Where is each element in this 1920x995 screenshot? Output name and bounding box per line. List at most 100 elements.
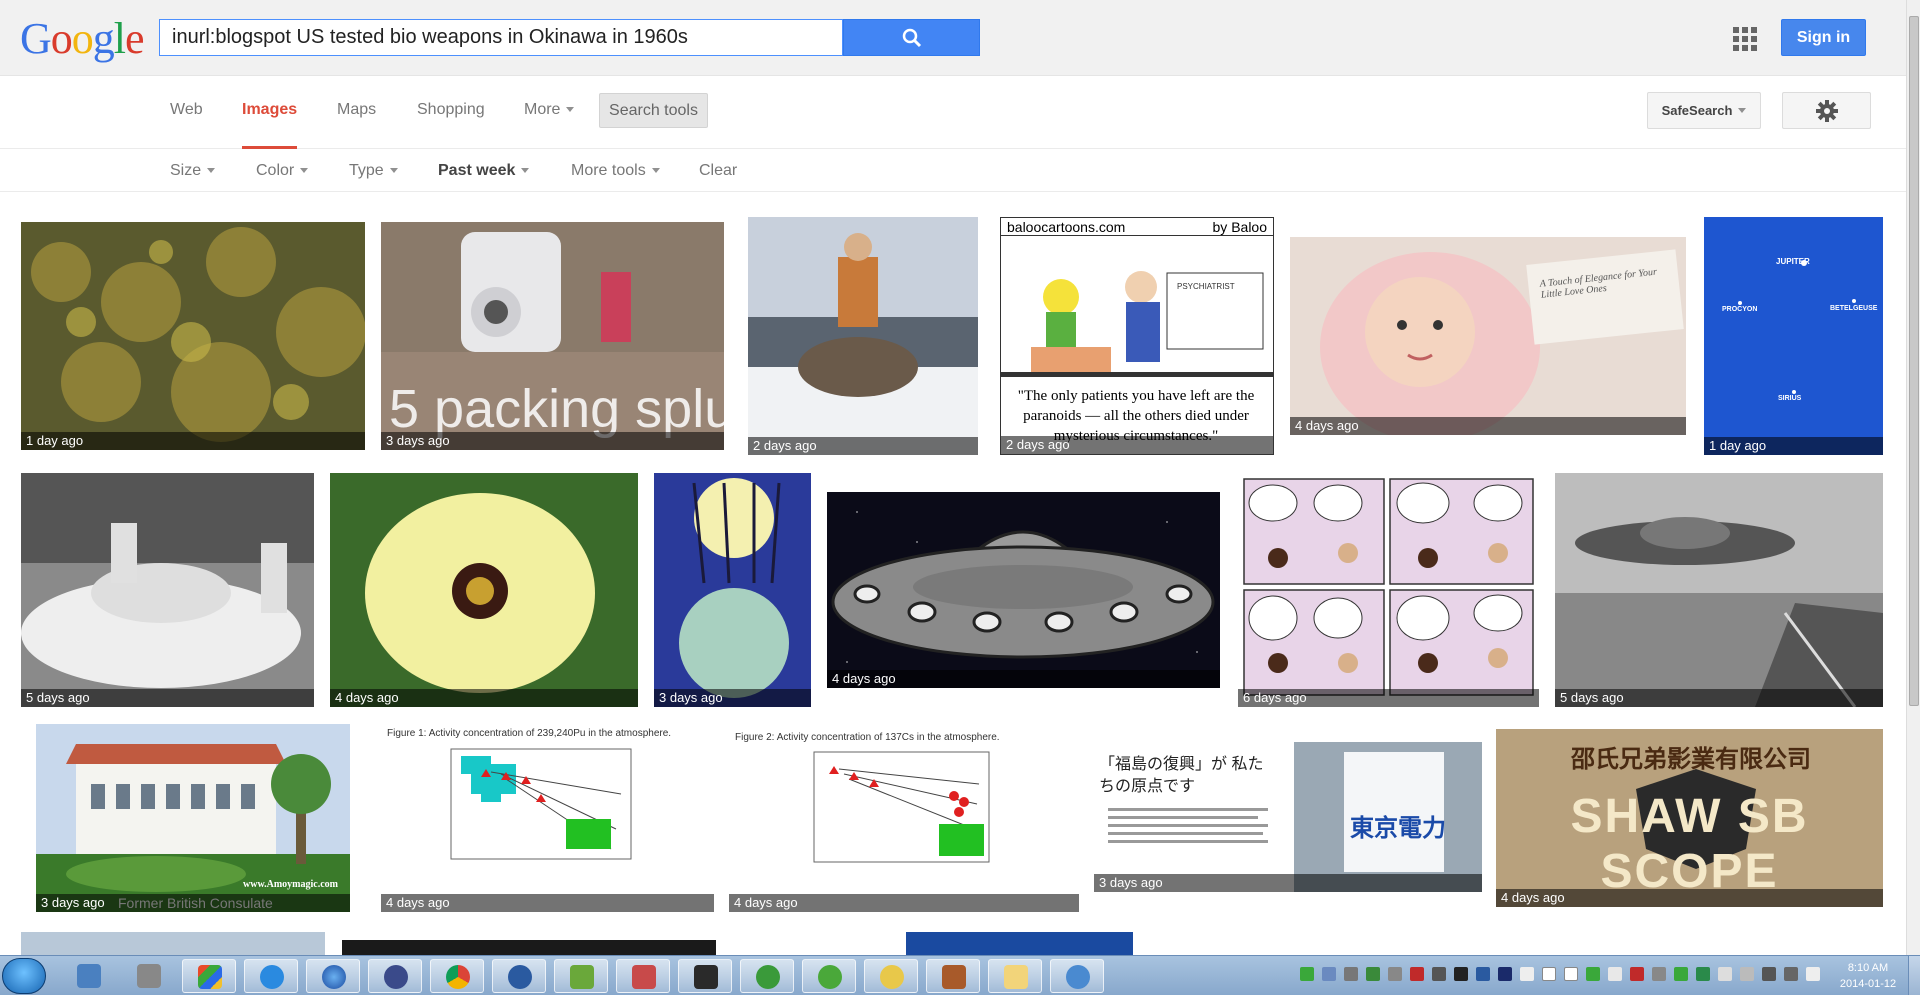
color-filter[interactable]: Color: [256, 162, 309, 180]
tray-app-icon[interactable]: [1652, 967, 1666, 981]
image-result[interactable]: 6 days ago: [1238, 473, 1539, 707]
image-result[interactable]: [21, 932, 325, 955]
result-image: [21, 473, 314, 707]
type-filter[interactable]: Type: [349, 162, 398, 180]
windows-app-icon[interactable]: [182, 959, 236, 993]
tray-app-icon[interactable]: [1344, 967, 1358, 981]
image-result[interactable]: [342, 940, 716, 955]
tab-more[interactable]: More: [524, 77, 575, 149]
tab-web[interactable]: Web: [170, 77, 203, 149]
tray-app-icon[interactable]: [1718, 967, 1732, 981]
tab-images[interactable]: Images: [242, 77, 298, 149]
tray-app-icon[interactable]: [1454, 967, 1468, 981]
tray-app-icon[interactable]: [1542, 967, 1556, 981]
folder-app-icon[interactable]: [988, 959, 1042, 993]
image-result[interactable]: baloocartoons.com by Baloo PSYCHIATRIST …: [1000, 217, 1274, 455]
tray-app-icon[interactable]: [1740, 967, 1754, 981]
start-button[interactable]: [2, 958, 46, 994]
dragon-app-icon[interactable]: [740, 959, 794, 993]
search-box[interactable]: [159, 19, 899, 56]
gear-icon: [1815, 99, 1838, 122]
game-app-icon[interactable]: [926, 959, 980, 993]
tray-app-icon[interactable]: [1630, 967, 1644, 981]
tray-app-icon[interactable]: [1564, 967, 1578, 981]
internet-explorer-icon[interactable]: [244, 959, 298, 993]
notepad-app-icon[interactable]: [554, 959, 608, 993]
search-app-icon[interactable]: [864, 959, 918, 993]
image-result[interactable]: JUPITER PROCYON BETELGEUSE SIRIUS 1 day …: [1704, 217, 1883, 455]
google-logo[interactable]: Google: [20, 14, 145, 64]
globe-app-icon[interactable]: [306, 959, 360, 993]
safesearch-button[interactable]: SafeSearch: [1647, 92, 1761, 129]
action-center-icon[interactable]: [1806, 967, 1820, 981]
image-result[interactable]: 5 days ago: [1555, 473, 1883, 707]
image-result[interactable]: Figure 1: Activity concentration of 239,…: [381, 724, 714, 912]
image-result[interactable]: 1 day ago: [21, 222, 365, 450]
result-age: 1 day ago: [21, 432, 365, 450]
tray-app-icon[interactable]: [1520, 967, 1534, 981]
result-age: 4 days ago: [381, 894, 714, 912]
size-filter[interactable]: Size: [170, 162, 216, 180]
result-age: 4 days ago: [1496, 889, 1883, 907]
image-result[interactable]: www.Amoymagic.com 3 days ago Former Brit…: [36, 724, 350, 912]
tray-app-icon[interactable]: [1322, 967, 1336, 981]
image-result[interactable]: Figure 2: Activity concentration of 137C…: [729, 724, 1079, 912]
color-filter-label: Color: [256, 162, 295, 179]
tray-app-icon[interactable]: [1388, 967, 1402, 981]
system-clock[interactable]: 8:10 AM 2014-01-12: [1833, 960, 1903, 992]
lock-app-icon[interactable]: [368, 959, 422, 993]
apps-grid-icon[interactable]: [1733, 27, 1757, 51]
tray-app-icon[interactable]: [1476, 967, 1490, 981]
app-icon[interactable]: [1050, 959, 1104, 993]
search-icon: [902, 28, 921, 47]
show-desktop-button[interactable]: [1908, 956, 1920, 995]
tab-maps[interactable]: Maps: [337, 77, 376, 149]
company-sign: 東京電力: [1350, 815, 1446, 842]
result-age: 2 days ago: [1001, 436, 1273, 454]
tray-app-icon[interactable]: [1586, 967, 1600, 981]
search-button[interactable]: [843, 19, 980, 56]
image-result[interactable]: 5 days ago: [21, 473, 314, 707]
tray-app-icon[interactable]: [1674, 967, 1688, 981]
vertical-scrollbar[interactable]: [1906, 0, 1920, 955]
header: Google Sign in: [0, 0, 1906, 76]
search-input[interactable]: [160, 20, 820, 55]
image-result[interactable]: [906, 932, 1133, 955]
network-status-icon[interactable]: [1784, 967, 1798, 981]
tray-app-icon[interactable]: [1366, 967, 1380, 981]
image-result[interactable]: 5 packing splurges 3 days ago: [381, 222, 724, 450]
monitor-app-icon[interactable]: [678, 959, 732, 993]
image-result[interactable]: 4 days ago: [827, 492, 1220, 688]
tray-app-icon[interactable]: [1696, 967, 1710, 981]
more-tools-filter[interactable]: More tools: [571, 162, 660, 180]
editor-app-icon[interactable]: [616, 959, 670, 993]
settings-button[interactable]: [1782, 92, 1871, 129]
image-result[interactable]: 邵氏兄弟影業有限公司 SHAW SB SCOPE 4 days ago: [1496, 729, 1883, 907]
clear-filters-link[interactable]: Clear: [699, 162, 737, 180]
tray-app-icon[interactable]: [1498, 967, 1512, 981]
camera-app-icon[interactable]: [122, 959, 176, 993]
network-app-icon[interactable]: [62, 959, 116, 993]
logo-letter: l: [113, 14, 126, 63]
search-tools-button[interactable]: Search tools: [599, 93, 708, 128]
image-result[interactable]: 4 days ago: [330, 473, 638, 707]
image-result[interactable]: 2 days ago: [748, 217, 978, 455]
thunderbird-icon[interactable]: [492, 959, 546, 993]
tab-shopping[interactable]: Shopping: [417, 77, 485, 149]
image-result[interactable]: 「福島の復興」が 私たちの原点です 東京電力 3 days ago: [1094, 742, 1482, 892]
chrome-icon[interactable]: [430, 959, 484, 993]
time-filter[interactable]: Past week: [438, 162, 530, 180]
image-result[interactable]: A Touch of Elegance for Your Little Love…: [1290, 237, 1686, 435]
volume-icon[interactable]: [1762, 967, 1776, 981]
cartoon-site: baloocartoons.com: [1007, 219, 1126, 235]
tray-app-icon[interactable]: [1608, 967, 1622, 981]
utorrent-icon[interactable]: [802, 959, 856, 993]
tray-app-icon[interactable]: [1410, 967, 1424, 981]
tray-app-icon[interactable]: [1432, 967, 1446, 981]
logo-letter: G: [20, 14, 52, 63]
scrollbar-thumb[interactable]: [1909, 16, 1919, 706]
logo-letter: g: [92, 14, 115, 63]
image-result[interactable]: 3 days ago: [654, 473, 811, 707]
tray-app-icon[interactable]: [1300, 967, 1314, 981]
sign-in-button[interactable]: Sign in: [1781, 19, 1866, 56]
